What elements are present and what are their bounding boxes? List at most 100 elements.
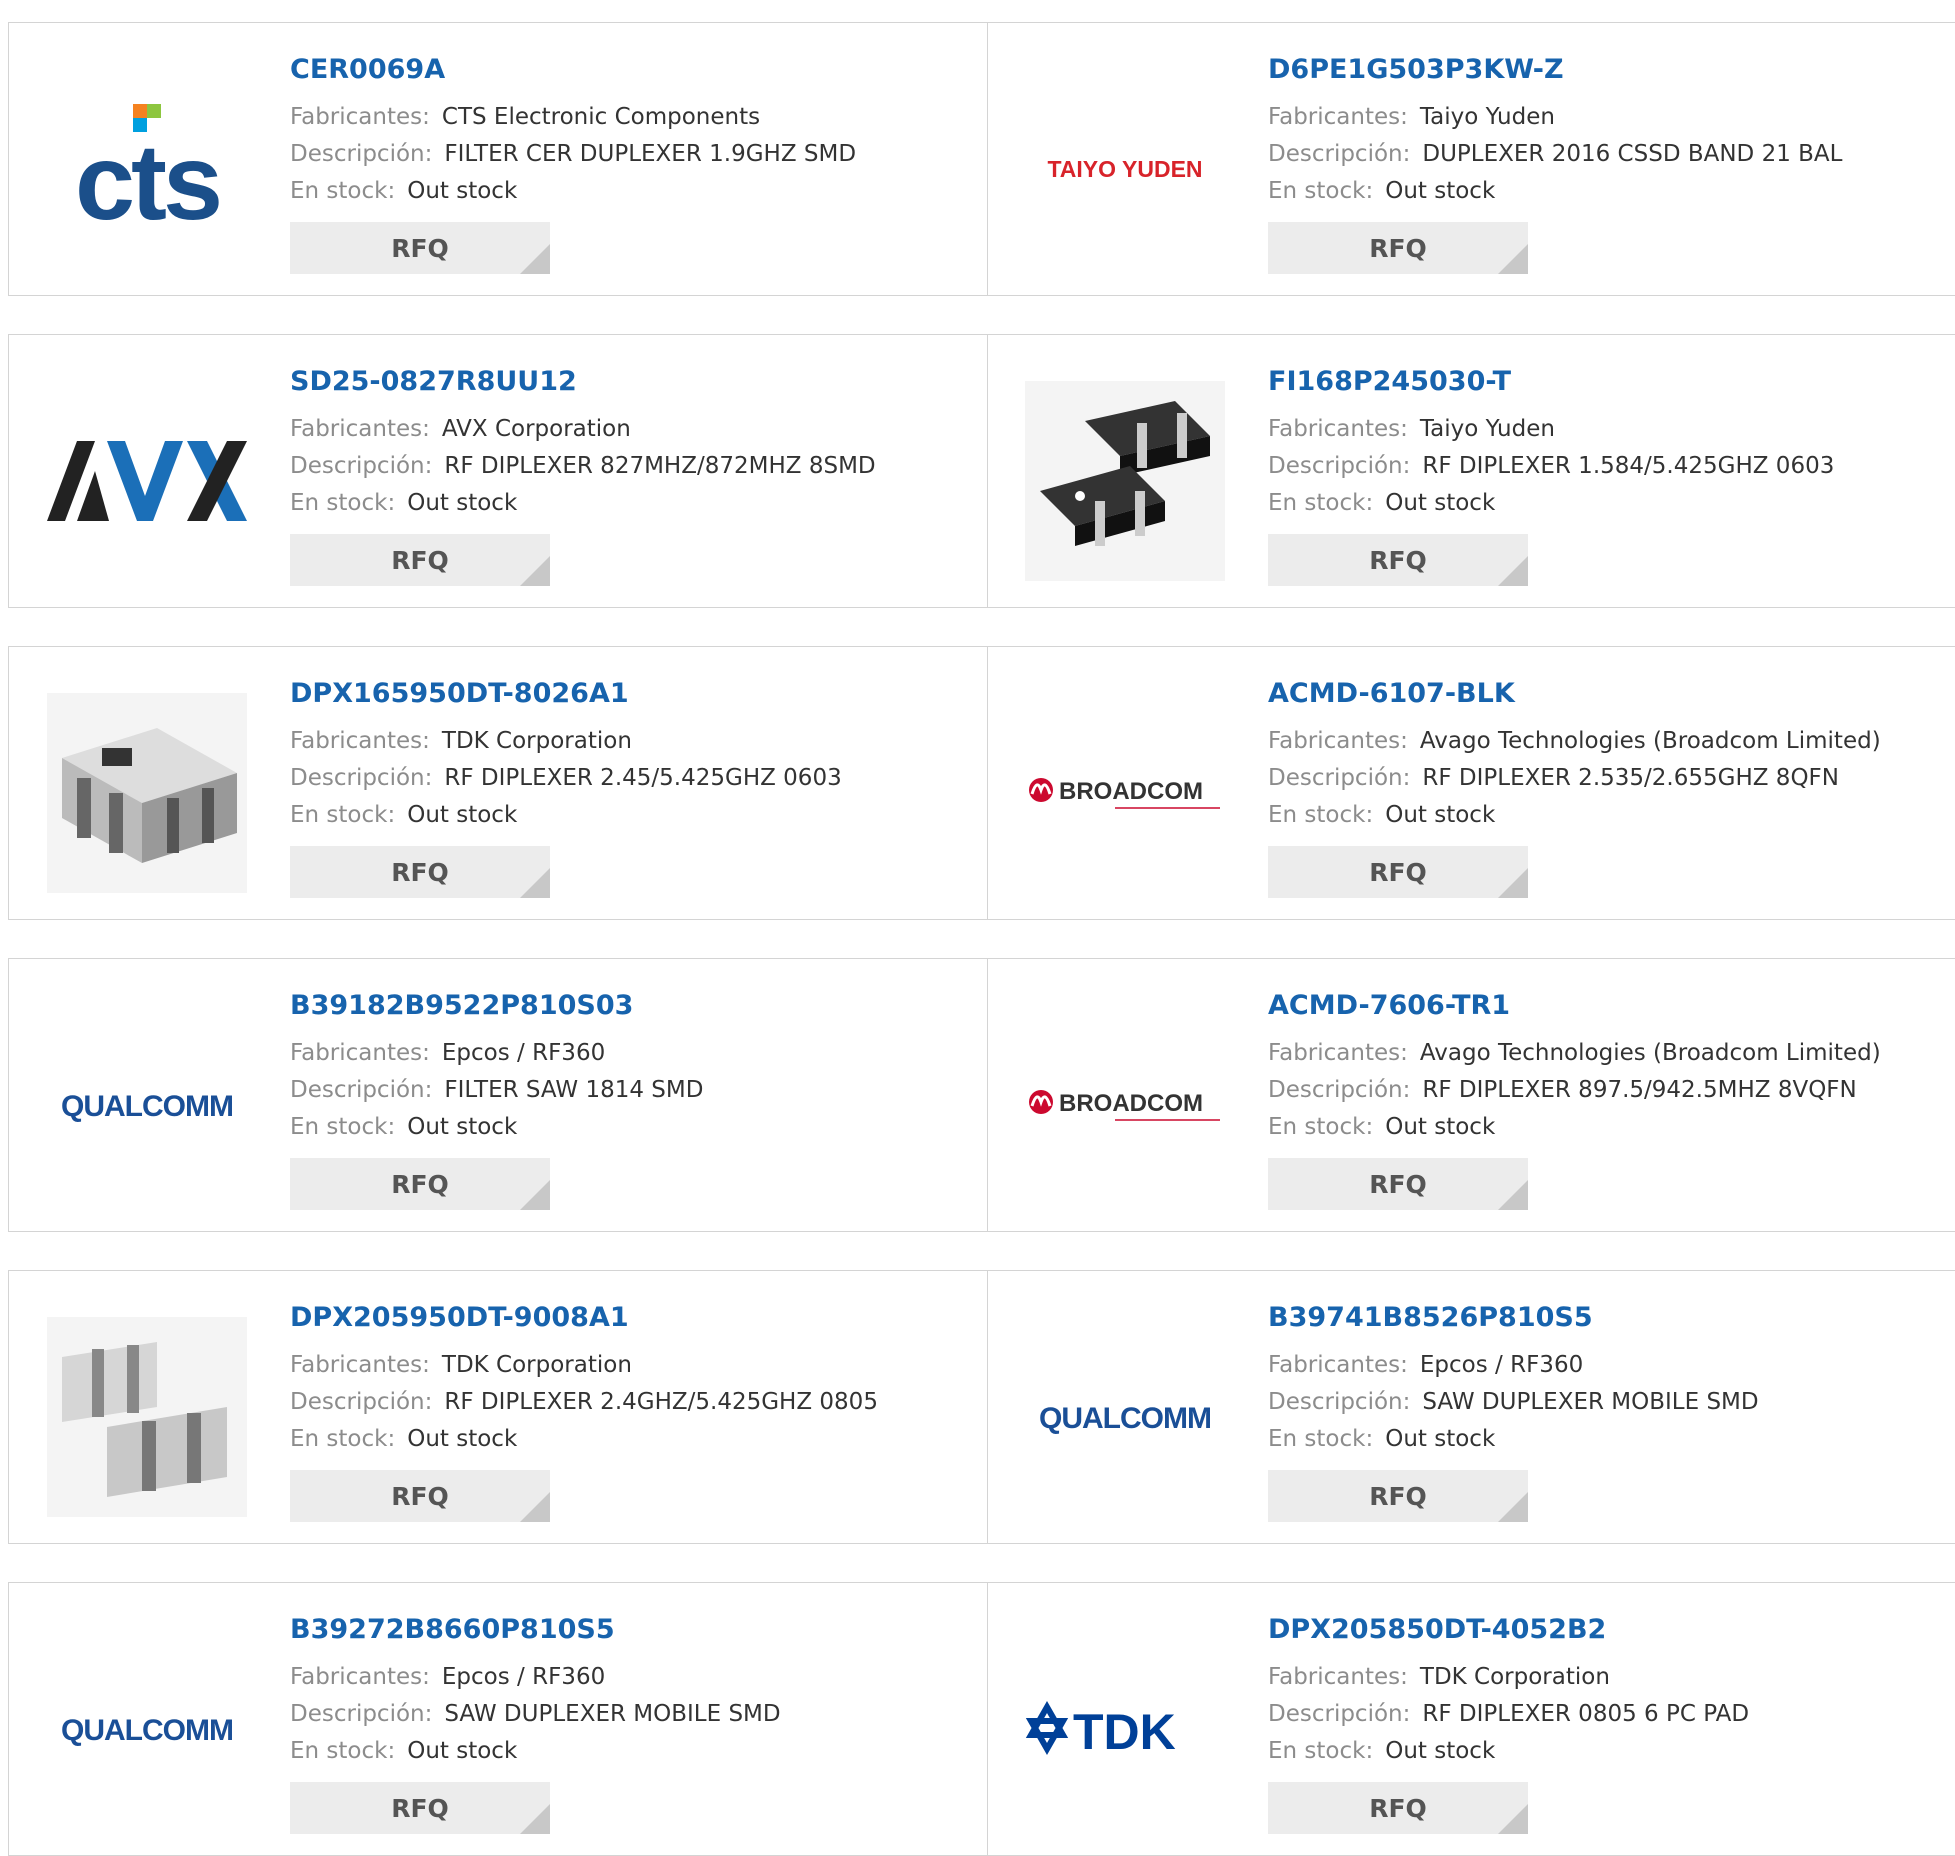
tdk-logo[interactable]: TDK — [1025, 1629, 1225, 1829]
rfq-button[interactable]: RFQ — [1268, 1470, 1528, 1522]
stock-value: Out stock — [1385, 178, 1496, 204]
chip-photo-black[interactable] — [1025, 381, 1225, 581]
rfq-button[interactable]: RFQ — [1268, 534, 1528, 586]
description-value: RF DIPLEXER 1.584/5.425GHZ 0603 — [1422, 453, 1835, 479]
product-card: QUALCOMM B39272B8660P810S5 Fabricantes: Epc… — [9, 1583, 987, 1855]
manufacturer-label: Fabricantes: — [290, 1040, 430, 1066]
svg-text:cts: cts — [75, 121, 219, 239]
chip-photo-double[interactable] — [47, 1317, 247, 1517]
stock-line: En stock: Out stock — [290, 1421, 878, 1458]
broadcom-logo[interactable]: BROADCOM — [1025, 693, 1225, 893]
product-row: cts CER0069A Fabricantes: CTS Electronic Co… — [8, 22, 1955, 296]
description-line: Descripción: SAW DUPLEXER MOBILE SMD — [290, 1696, 781, 1733]
rfq-label: RFQ — [391, 857, 449, 887]
stock-label: En stock: — [290, 178, 396, 204]
taiyo-yuden-logo[interactable]: TAIYO YUDEN — [1025, 69, 1225, 269]
svg-text:QUALCOMM: QUALCOMM — [1039, 1402, 1211, 1435]
stock-line: En stock: Out stock — [1268, 485, 1834, 522]
manufacturer-line: Fabricantes: TDK Corporation — [1268, 1659, 1749, 1696]
svg-text:QUALCOMM: QUALCOMM — [61, 1714, 233, 1747]
manufacturer-value: TDK Corporation — [441, 728, 632, 754]
part-number-link[interactable]: ACMD-7606-TR1 — [1268, 989, 1881, 1023]
stock-value: Out stock — [407, 1738, 518, 1764]
part-number-link[interactable]: DPX205950DT-9008A1 — [290, 1301, 878, 1335]
corner-triangle-icon — [520, 244, 550, 274]
description-value: RF DIPLEXER 897.5/942.5MHZ 8VQFN — [1422, 1077, 1857, 1103]
description-line: Descripción: RF DIPLEXER 1.584/5.425GHZ 0… — [1268, 448, 1834, 485]
stock-label: En stock: — [290, 1426, 396, 1452]
rfq-button[interactable]: RFQ — [1268, 222, 1528, 274]
cts-logo[interactable]: cts — [47, 69, 247, 269]
rfq-button[interactable]: RFQ — [290, 1158, 550, 1210]
description-value: SAW DUPLEXER MOBILE SMD — [1422, 1389, 1759, 1415]
stock-line: En stock: Out stock — [290, 1109, 703, 1146]
stock-label: En stock: — [290, 1738, 396, 1764]
manufacturer-line: Fabricantes: TDK Corporation — [290, 723, 842, 760]
rfq-button[interactable]: RFQ — [290, 1470, 550, 1522]
stock-label: En stock: — [1268, 1738, 1374, 1764]
stock-label: En stock: — [1268, 1114, 1374, 1140]
product-card: QUALCOMM B39741B8526P810S5 Fabricantes: Epc… — [987, 1271, 1955, 1543]
rfq-button[interactable]: RFQ — [290, 846, 550, 898]
description-label: Descripción: — [290, 1701, 433, 1727]
part-number-link[interactable]: SD25-0827R8UU12 — [290, 365, 876, 399]
rfq-button[interactable]: RFQ — [1268, 1782, 1528, 1834]
stock-value: Out stock — [1385, 1426, 1496, 1452]
rfq-button[interactable]: RFQ — [290, 534, 550, 586]
product-info: B39182B9522P810S03 Fabricantes: Epcos / RF… — [290, 989, 703, 1210]
part-number-link[interactable]: B39741B8526P810S5 — [1268, 1301, 1759, 1335]
part-number-link[interactable]: FI168P245030-T — [1268, 365, 1834, 399]
stock-value: Out stock — [407, 1426, 518, 1452]
manufacturer-line: Fabricantes: Epcos / RF360 — [290, 1035, 703, 1072]
chip-photo-gray[interactable] — [47, 693, 247, 893]
stock-label: En stock: — [290, 802, 396, 828]
description-label: Descripción: — [1268, 1701, 1411, 1727]
rfq-button[interactable]: RFQ — [1268, 1158, 1528, 1210]
avx-logo[interactable] — [47, 381, 247, 581]
description-label: Descripción: — [290, 1077, 433, 1103]
manufacturer-label: Fabricantes: — [290, 1664, 430, 1690]
product-info: FI168P245030-T Fabricantes: Taiyo Yuden Des… — [1268, 365, 1834, 586]
product-info: CER0069A Fabricantes: CTS Electronic Compo… — [290, 53, 856, 274]
manufacturer-value: TDK Corporation — [441, 1352, 632, 1378]
stock-line: En stock: Out stock — [290, 1733, 781, 1770]
manufacturer-label: Fabricantes: — [1268, 104, 1408, 130]
product-card: QUALCOMM B39182B9522P810S03 Fabricantes: Ep… — [9, 959, 987, 1231]
manufacturer-line: Fabricantes: Epcos / RF360 — [1268, 1347, 1759, 1384]
stock-value: Out stock — [1385, 802, 1496, 828]
product-card: FI168P245030-T Fabricantes: Taiyo Yuden Des… — [987, 335, 1955, 607]
stock-line: En stock: Out stock — [1268, 1109, 1881, 1146]
manufacturer-line: Fabricantes: CTS Electronic Components — [290, 99, 856, 136]
part-number-link[interactable]: DPX165950DT-8026A1 — [290, 677, 842, 711]
qualcomm-logo[interactable]: QUALCOMM — [47, 1005, 247, 1205]
manufacturer-value: Epcos / RF360 — [441, 1040, 606, 1066]
part-number-link[interactable]: ACMD-6107-BLK — [1268, 677, 1881, 711]
stock-value: Out stock — [407, 178, 518, 204]
manufacturer-line: Fabricantes: Avago Technologies (Broadcom… — [1268, 1035, 1881, 1072]
description-label: Descripción: — [290, 765, 433, 791]
manufacturer-value: Epcos / RF360 — [1419, 1352, 1584, 1378]
rfq-button[interactable]: RFQ — [290, 222, 550, 274]
rfq-label: RFQ — [1369, 545, 1427, 575]
manufacturer-label: Fabricantes: — [1268, 416, 1408, 442]
qualcomm-logo[interactable]: QUALCOMM — [47, 1629, 247, 1829]
product-row: QUALCOMM B39182B9522P810S03 Fabricantes: Ep… — [8, 958, 1955, 1232]
description-line: Descripción: RF DIPLEXER 2.535/2.655GHZ 8… — [1268, 760, 1881, 797]
manufacturer-label: Fabricantes: — [290, 728, 430, 754]
part-number-link[interactable]: D6PE1G503P3KW-Z — [1268, 53, 1842, 87]
qualcomm-logo[interactable]: QUALCOMM — [1025, 1317, 1225, 1517]
part-number-link[interactable]: CER0069A — [290, 53, 856, 87]
part-number-link[interactable]: B39272B8660P810S5 — [290, 1613, 781, 1647]
broadcom-logo[interactable]: BROADCOM — [1025, 1005, 1225, 1205]
description-label: Descripción: — [1268, 1389, 1411, 1415]
part-number-link[interactable]: DPX205850DT-4052B2 — [1268, 1613, 1749, 1647]
rfq-button[interactable]: RFQ — [1268, 846, 1528, 898]
description-label: Descripción: — [1268, 1077, 1411, 1103]
description-value: FILTER CER DUPLEXER 1.9GHZ SMD — [444, 141, 857, 167]
rfq-label: RFQ — [1369, 233, 1427, 263]
rfq-button[interactable]: RFQ — [290, 1782, 550, 1834]
manufacturer-line: Fabricantes: TDK Corporation — [290, 1347, 878, 1384]
product-info: ACMD-7606-TR1 Fabricantes: Avago Technolog… — [1268, 989, 1881, 1210]
description-value: FILTER SAW 1814 SMD — [444, 1077, 704, 1103]
part-number-link[interactable]: B39182B9522P810S03 — [290, 989, 703, 1023]
